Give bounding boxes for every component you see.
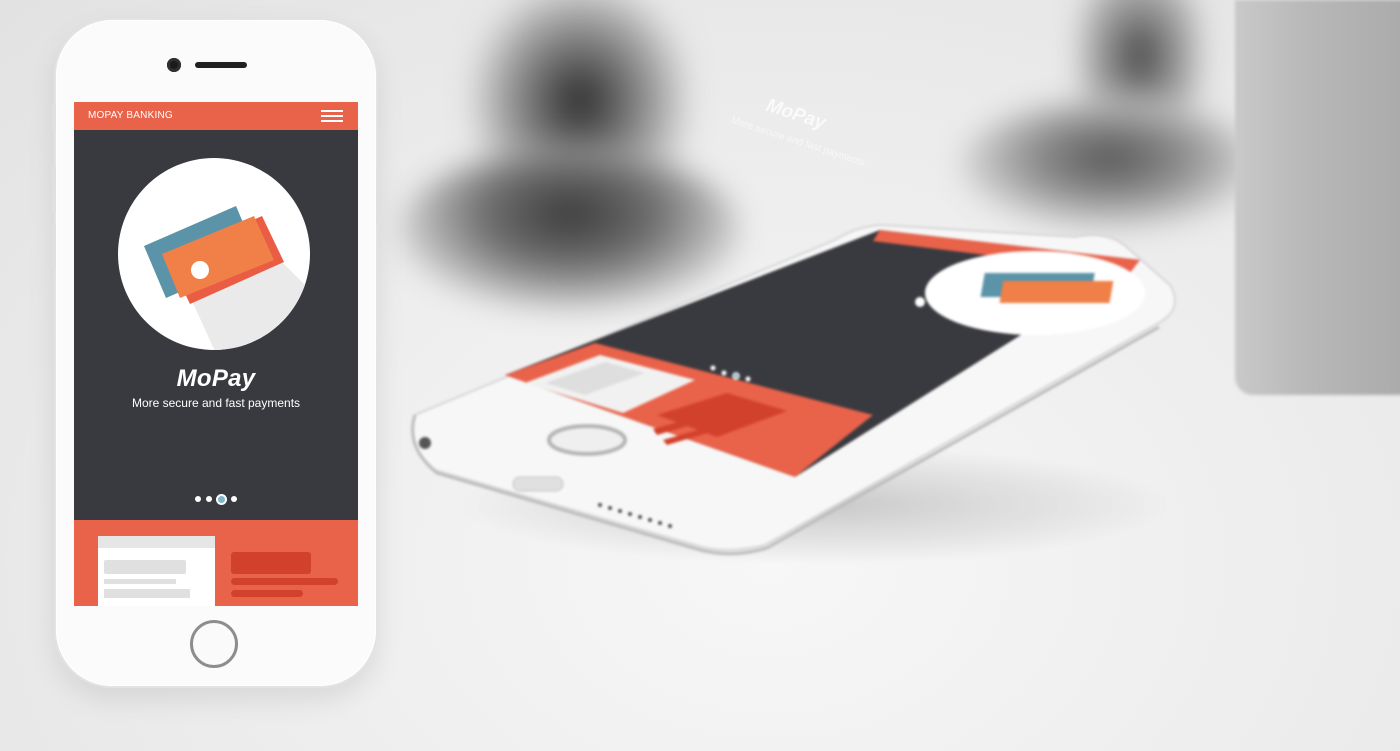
earpiece-speaker bbox=[195, 62, 247, 68]
home-button[interactable] bbox=[190, 620, 238, 668]
tagline: More secure and fast payments bbox=[131, 396, 301, 410]
pager-dot[interactable] bbox=[231, 496, 237, 502]
hamburger-menu-icon[interactable] bbox=[321, 110, 343, 123]
credit-cards-icon bbox=[144, 206, 310, 350]
background-phone bbox=[395, 215, 1185, 575]
mute-switch bbox=[52, 104, 56, 130]
glass-base-right bbox=[960, 100, 1260, 230]
preview-block bbox=[231, 552, 311, 574]
hero-illustration bbox=[118, 158, 310, 350]
app-top-bar: MOPAY BANKING bbox=[74, 102, 358, 130]
background-phone-home-button bbox=[547, 424, 627, 456]
preview-card-placeholder bbox=[104, 560, 186, 574]
power-button bbox=[376, 166, 380, 226]
preview-card[interactable] bbox=[98, 536, 215, 606]
volume-down-button bbox=[52, 224, 56, 270]
pager-dot[interactable] bbox=[206, 496, 212, 502]
app-screen: MOPAY BANKING MoPay More secure and fast… bbox=[74, 102, 358, 606]
background-phone-illustration bbox=[411, 223, 1176, 556]
carousel-pager bbox=[195, 493, 237, 505]
preview-block bbox=[231, 578, 338, 585]
bottom-preview-panel bbox=[74, 520, 358, 606]
phone-mockup: MOPAY BANKING MoPay More secure and fast… bbox=[52, 20, 380, 686]
concrete-block bbox=[1235, 0, 1400, 395]
preview-card-placeholder bbox=[104, 589, 190, 598]
pager-dot-active[interactable] bbox=[218, 495, 225, 503]
front-camera-icon bbox=[167, 58, 181, 72]
pager-dot[interactable] bbox=[195, 496, 201, 502]
preview-card-placeholder bbox=[104, 579, 176, 584]
preview-card-header bbox=[98, 536, 215, 548]
brand-name: MoPay bbox=[176, 365, 256, 392]
volume-up-button bbox=[52, 166, 56, 212]
app-title: MOPAY BANKING bbox=[88, 110, 173, 121]
preview-block bbox=[231, 590, 303, 597]
